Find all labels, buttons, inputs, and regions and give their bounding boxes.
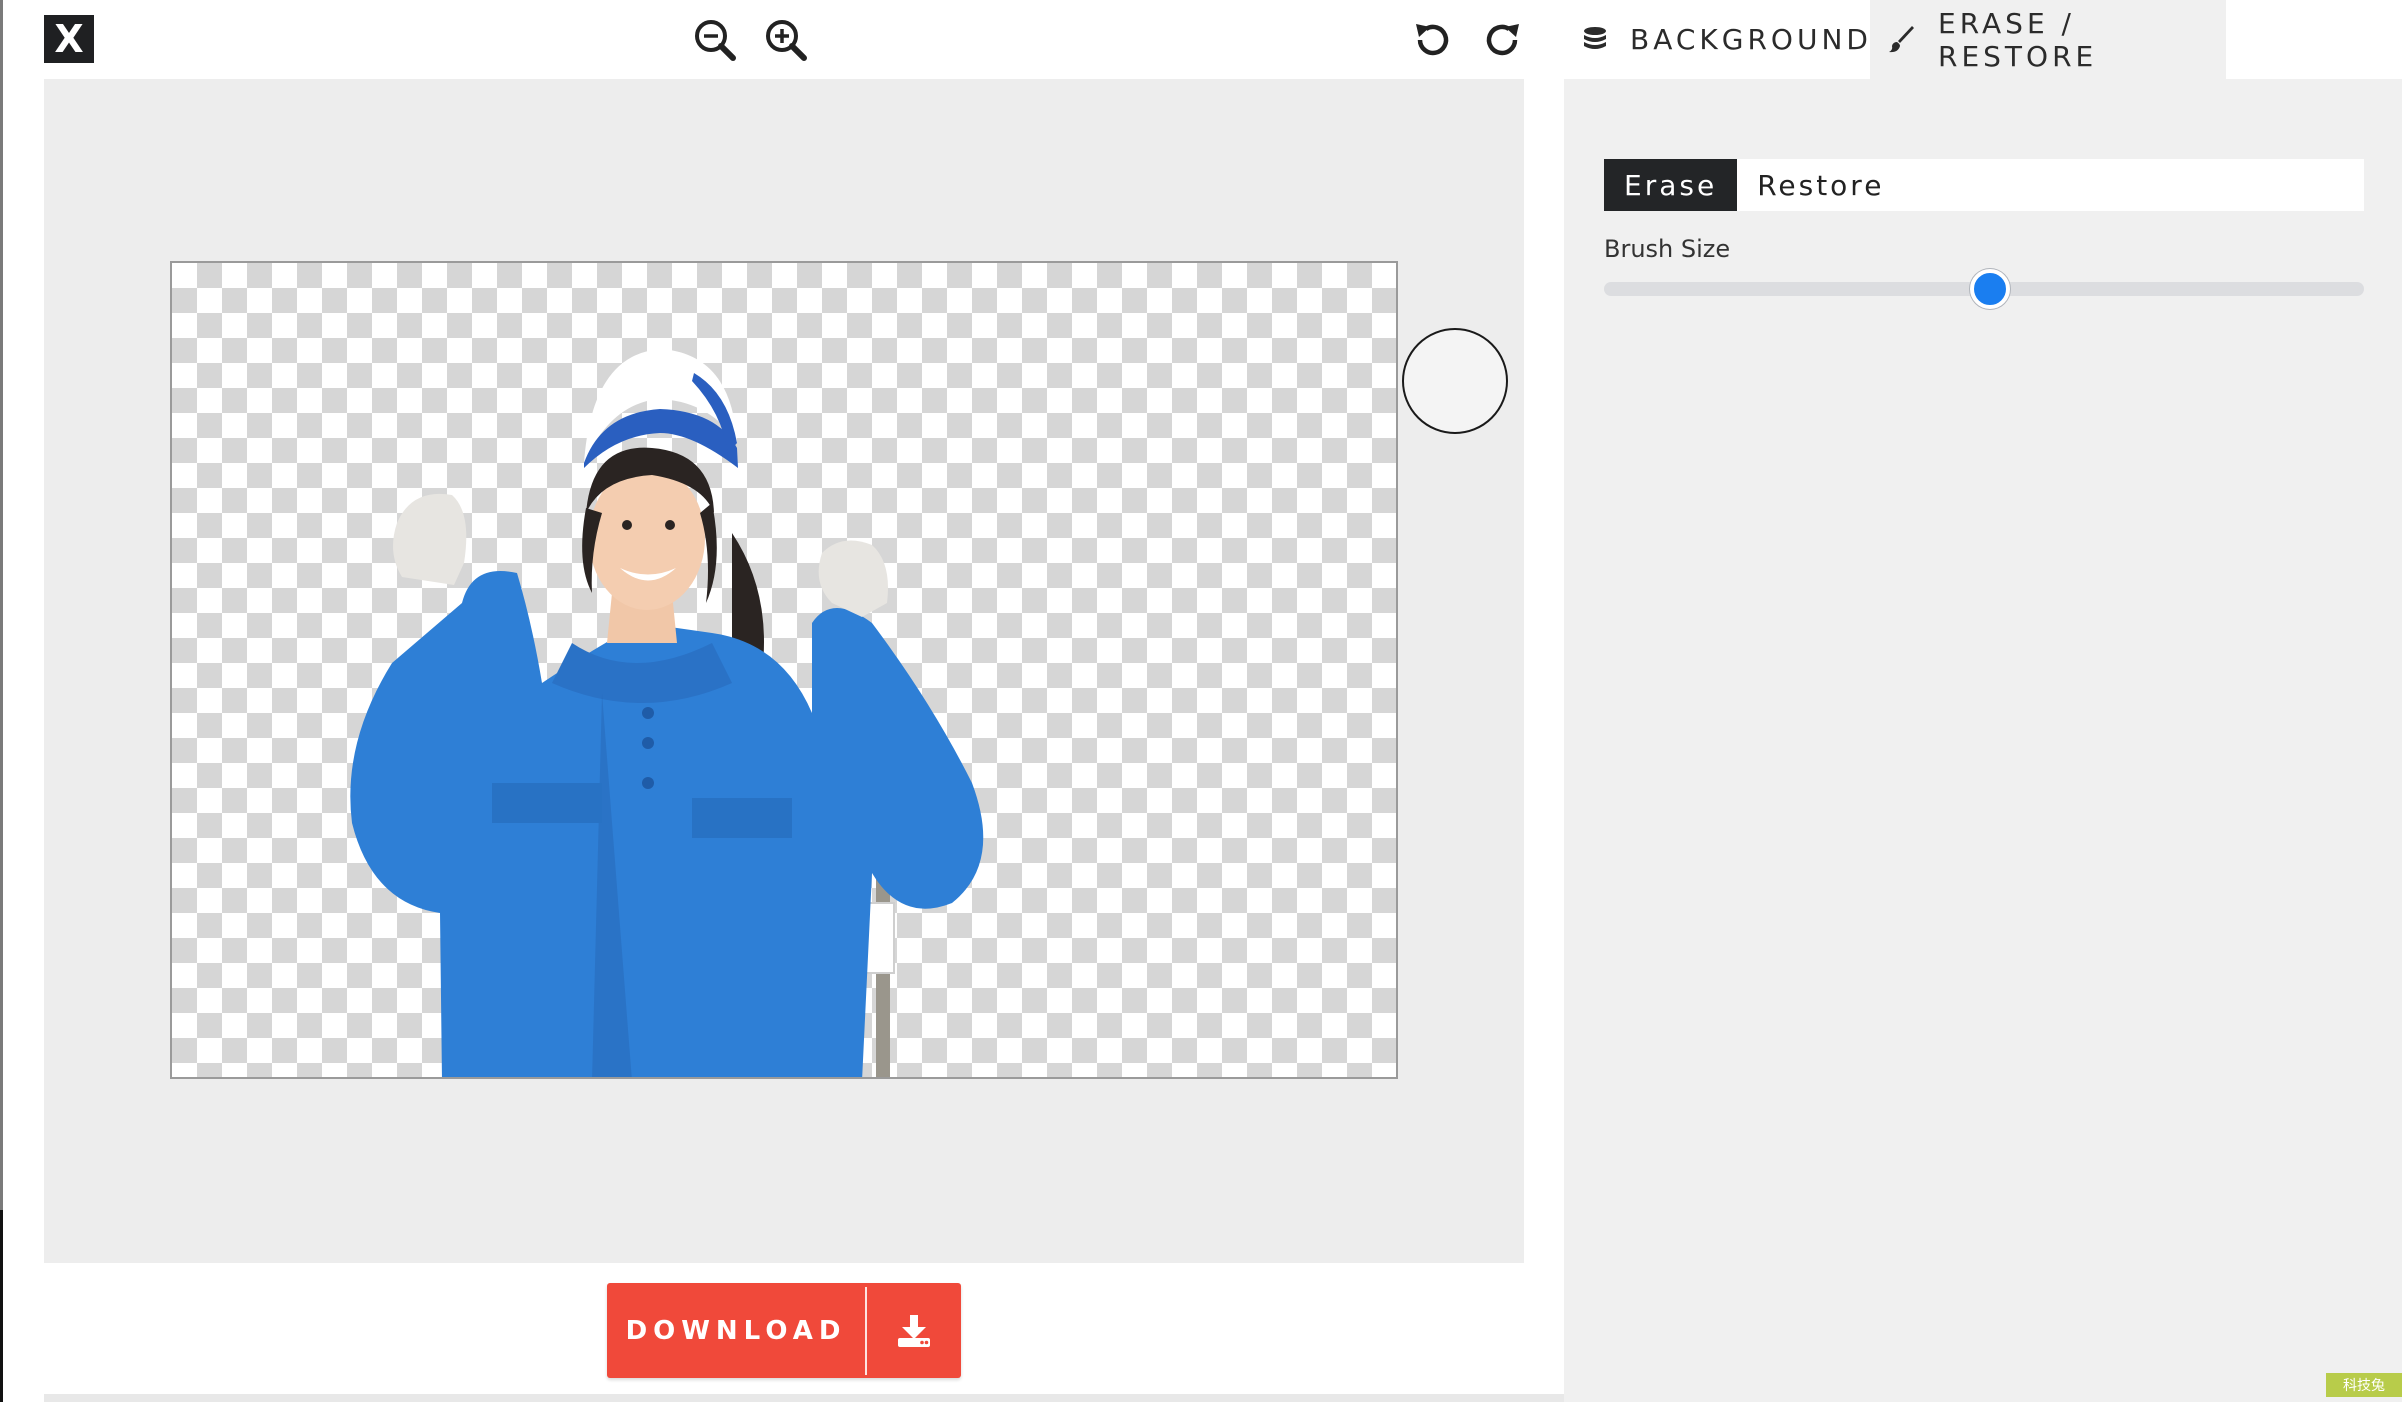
brush-icon [1888, 25, 1916, 54]
mode-toggle: Erase Restore [1604, 159, 2364, 211]
brush-size-label: Brush Size [1604, 235, 1731, 263]
left-edge [0, 0, 3, 1210]
app-window: X DOWNLOAD BACKGROUND ERASE / RESTORE Er… [0, 0, 2402, 1402]
watermark: 科技兔 [2326, 1373, 2402, 1397]
brush-cursor [1402, 328, 1508, 434]
zoom-out-icon[interactable] [693, 18, 737, 62]
canvas-area[interactable] [44, 79, 1524, 1263]
brush-size-slider[interactable] [1604, 269, 2364, 309]
download-button[interactable]: DOWNLOAD [607, 1283, 961, 1378]
left-edge-dark [0, 1210, 3, 1402]
undo-icon[interactable] [1410, 18, 1454, 62]
erase-restore-panel: Erase Restore Brush Size [1564, 79, 2402, 1402]
zoom-in-icon[interactable] [764, 18, 808, 62]
tab-background[interactable]: BACKGROUND [1564, 0, 1870, 79]
redo-icon[interactable] [1481, 18, 1525, 62]
database-icon [1582, 26, 1608, 54]
subject-image [350, 349, 984, 1077]
brush-size-slider-thumb[interactable] [1970, 269, 2011, 309]
restore-mode-button[interactable]: Restore [1737, 159, 1905, 211]
tab-erase-restore[interactable]: ERASE / RESTORE [1870, 0, 2226, 79]
tab-erase-restore-label: ERASE / RESTORE [1938, 6, 2098, 73]
tab-background-label: BACKGROUND [1630, 23, 1872, 56]
download-label: DOWNLOAD [625, 1315, 847, 1346]
erase-mode-button[interactable]: Erase [1604, 159, 1738, 211]
bottom-strip [44, 1394, 1564, 1402]
close-button[interactable]: X [44, 15, 94, 63]
image-canvas[interactable] [170, 261, 1398, 1079]
download-icon [867, 1313, 961, 1349]
